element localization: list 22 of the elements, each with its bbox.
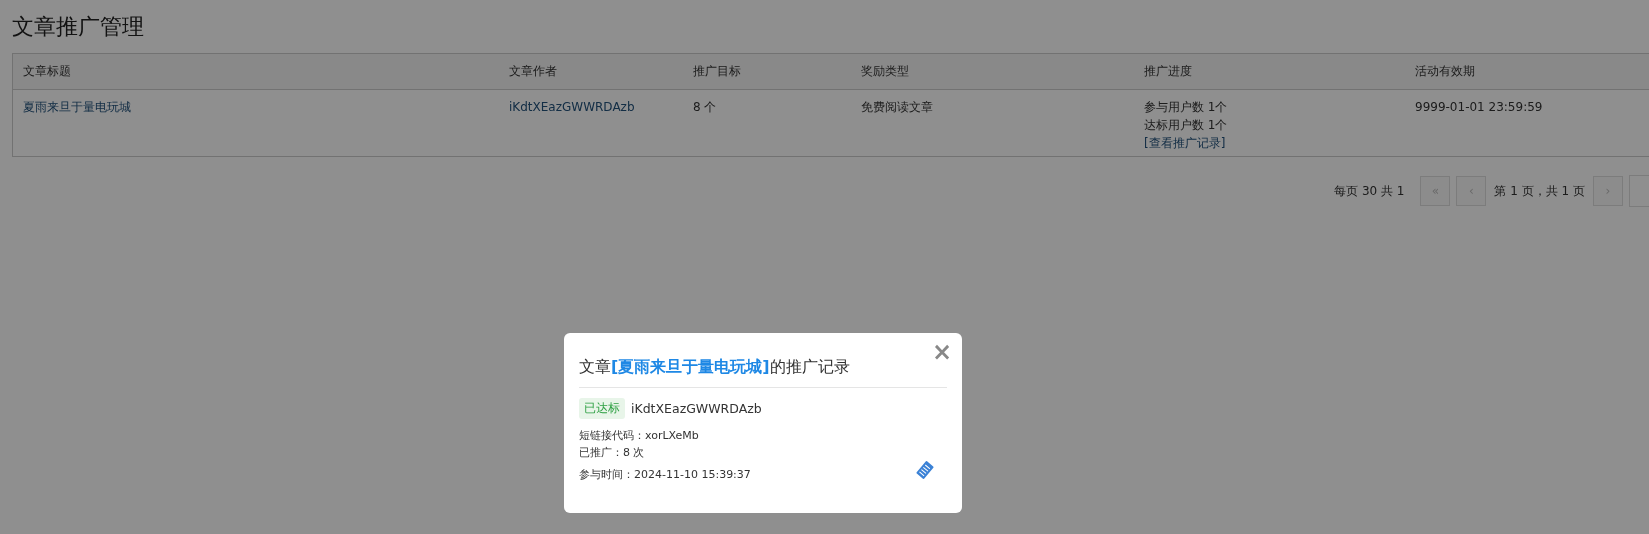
record-detail: 短链接代码：xorLXeMb [579,428,700,444]
progress-text: 达标用户数 1个 [1144,117,1228,134]
page-summary: 每页 30 共 1 [1334,182,1405,200]
status-badge: 已达标 [579,398,625,419]
column-header: 推广目标 [692,63,742,80]
article-link[interactable]: 夏雨来旦于量电玩城 [23,100,131,114]
author-link[interactable]: iKdtXEazGWWRDAzb [509,100,635,114]
column-header: 文章标题 [22,63,72,80]
record-time: 参与时间：2024-11-10 15:39:37 [579,467,751,482]
progress-text: 参与用户数 1个 [1144,99,1228,116]
column-header: 文章作者 [508,63,558,80]
view-records-link[interactable]: [查看推广记录] [1144,134,1226,152]
column-header: 活动有效期 [1414,63,1476,80]
column-header: 奖励类型 [860,63,910,80]
column-header: 推广进度 [1143,63,1193,80]
user-name: iKdtXEazGWWRDAzb [631,401,762,416]
page-title: 文章推广管理 [12,13,145,41]
record-detail: 已推广：8 次 [579,445,646,461]
table-cell: 免费阅读文章 [861,100,933,114]
table-cell: 9999-01-01 23:59:59 [1415,100,1543,114]
page-indicator: 第 1 页，共 1 页 [1493,182,1586,200]
table-cell: 8 个 [693,100,717,114]
